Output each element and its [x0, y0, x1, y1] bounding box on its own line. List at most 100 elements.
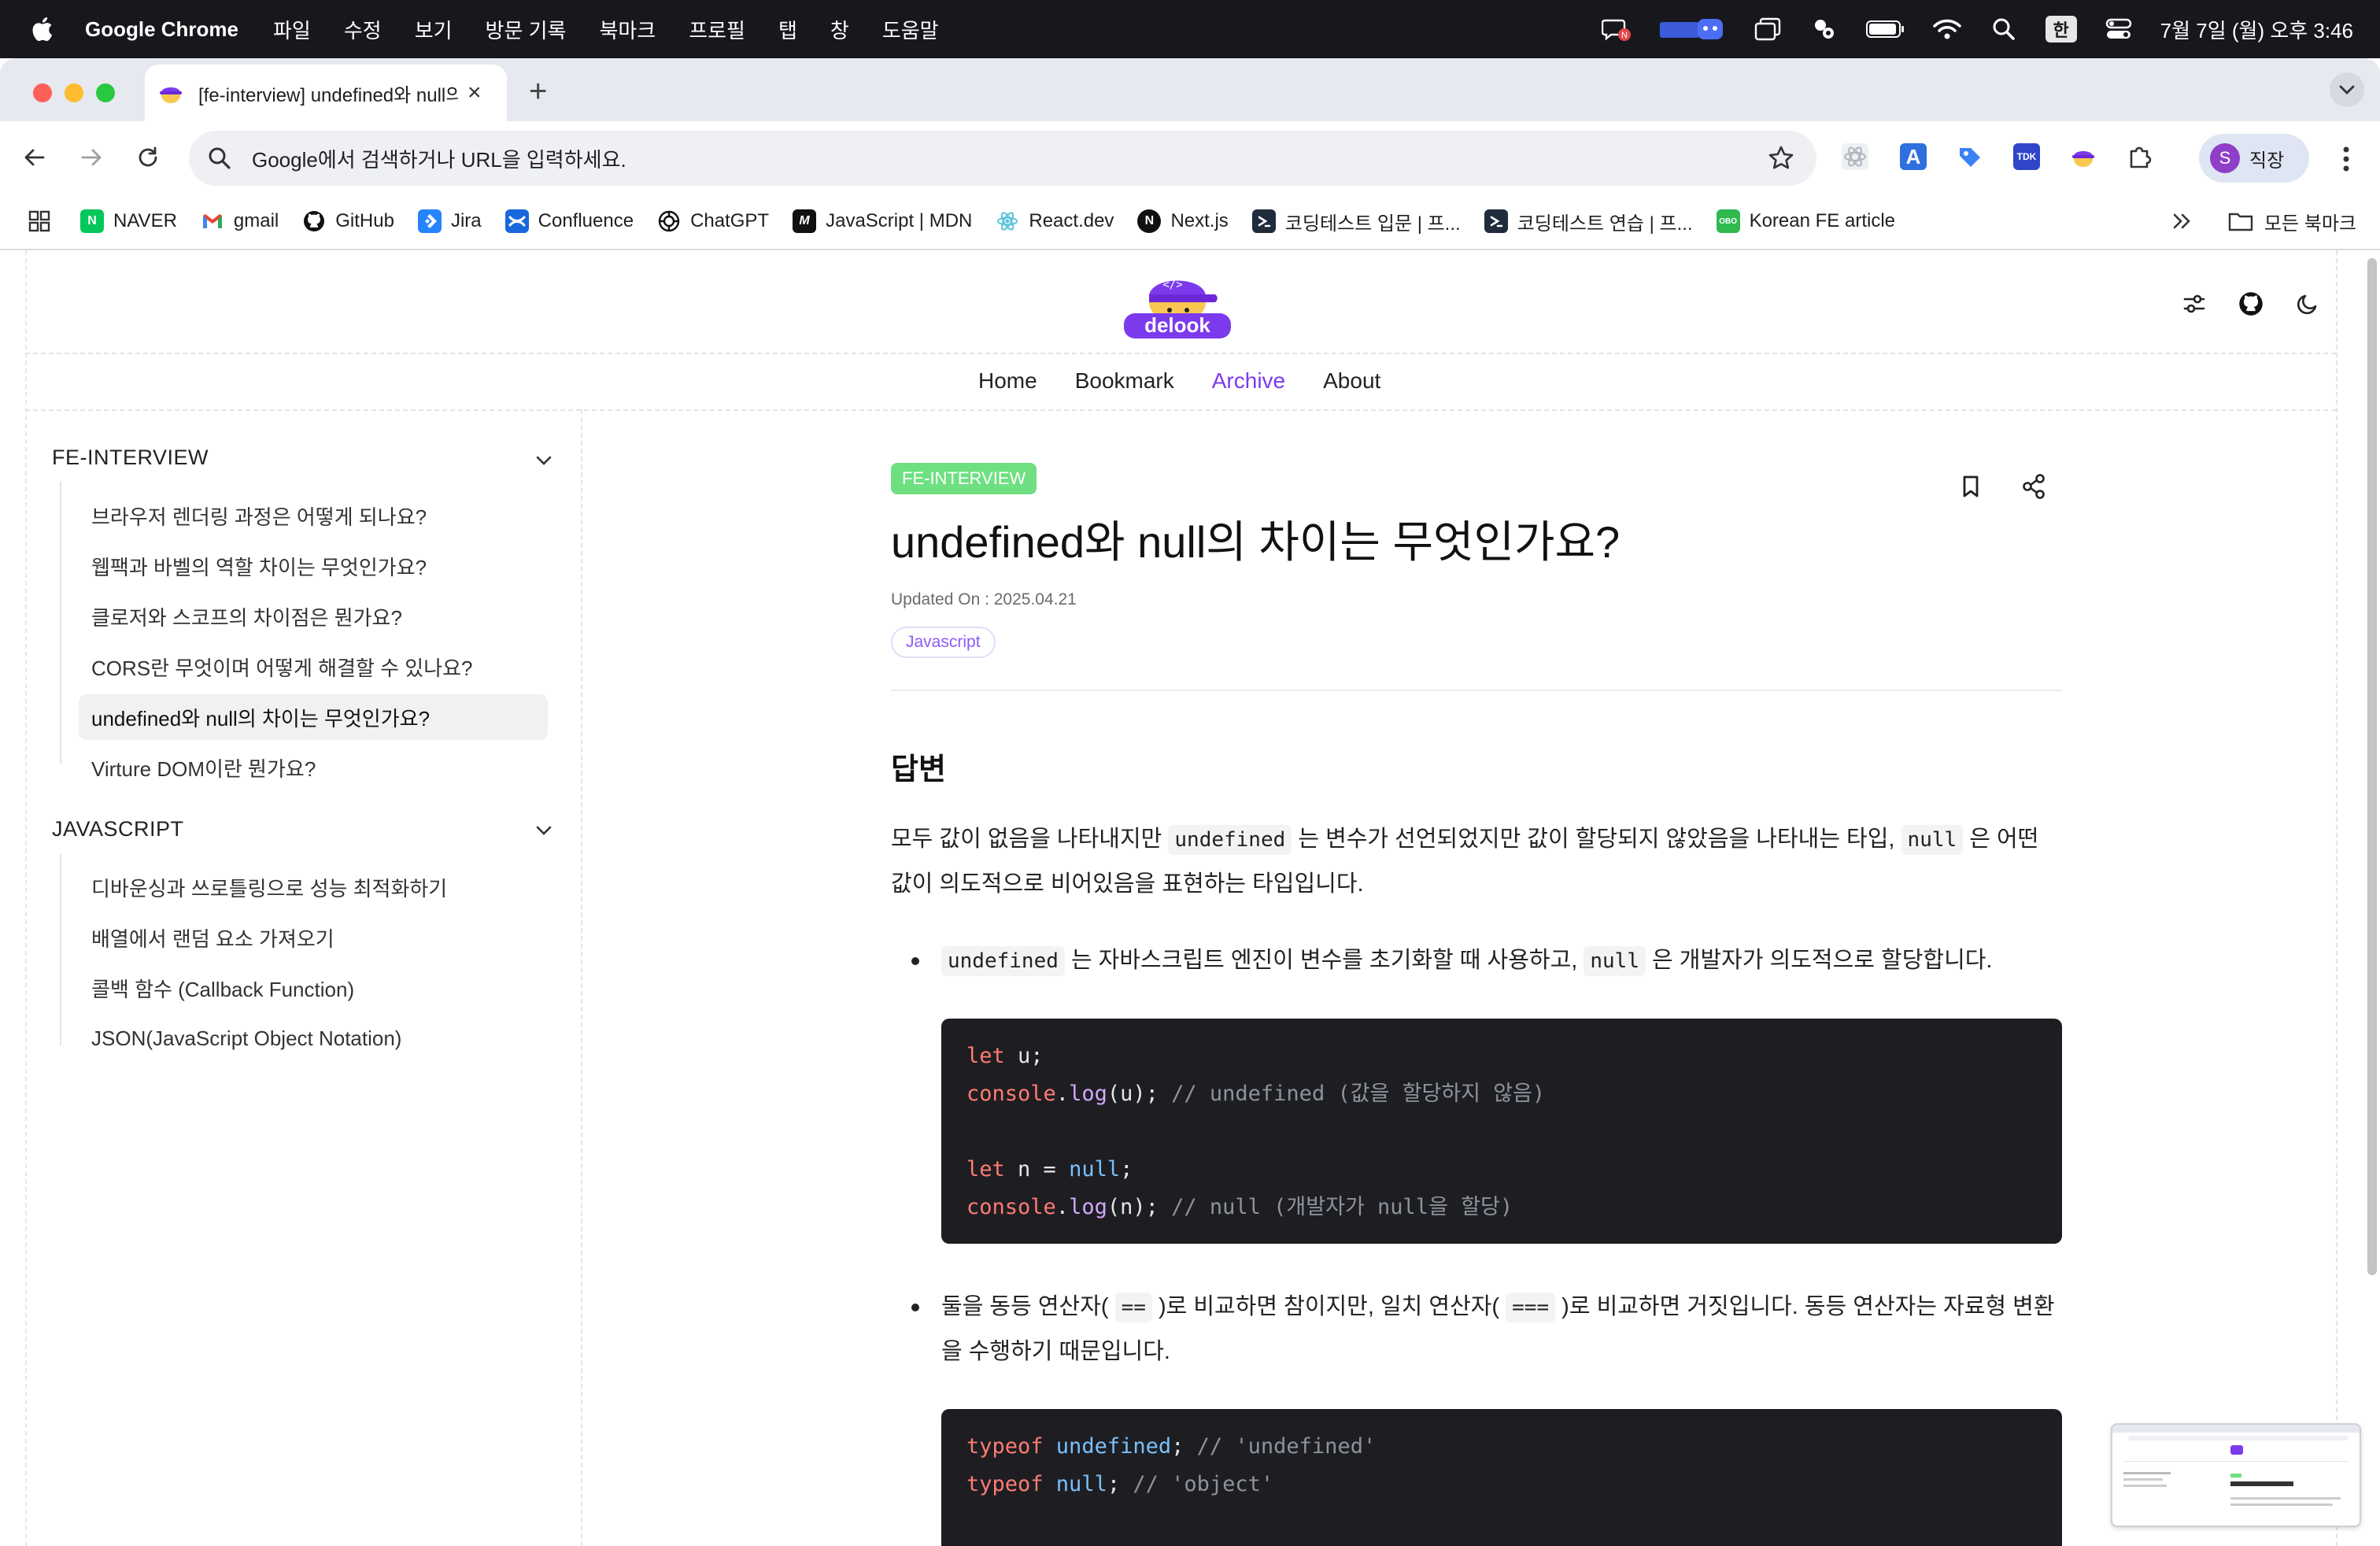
- chevron-down-icon[interactable]: [532, 819, 556, 842]
- input-method-indicator[interactable]: 한: [2045, 16, 2077, 43]
- game-menu-icon[interactable]: [1658, 16, 1726, 43]
- main-nav: Home Bookmark Archive About: [978, 368, 1380, 394]
- bookmark-mdn[interactable]: M JavaScript | MDN: [793, 209, 972, 233]
- profile-button[interactable]: S 직장: [2199, 134, 2309, 183]
- sidebar-item-undefined-null[interactable]: undefined와 null의 차이는 무엇인가요?: [79, 694, 548, 740]
- list-bullet: [911, 1304, 919, 1311]
- screenshot-thumbnail-preview[interactable]: [2111, 1423, 2361, 1527]
- sidebar-item-json[interactable]: JSON(JavaScript Object Notation): [79, 1015, 548, 1061]
- theme-toggle-button[interactable]: [2292, 288, 2323, 320]
- tab-search-button[interactable]: [2330, 72, 2364, 107]
- kofe-icon: OBO: [1716, 209, 1740, 233]
- nav-bookmark[interactable]: Bookmark: [1075, 368, 1174, 394]
- sidebar-item-closure-scope[interactable]: 클로저와 스코프의 차이점은 뭔가요?: [79, 594, 548, 639]
- address-bar[interactable]: Google에서 검색하거나 URL을 입력하세요.: [189, 131, 1816, 186]
- tag-extension-icon[interactable]: [1957, 143, 1983, 170]
- inline-code-undefined: undefined: [1168, 825, 1292, 855]
- svg-text:N: N: [1621, 31, 1628, 40]
- spotlight-search-icon[interactable]: [1989, 16, 2019, 43]
- bookmark-nextjs[interactable]: N Next.js: [1137, 209, 1229, 233]
- frame-border-right: [2336, 250, 2338, 1546]
- nav-about[interactable]: About: [1323, 368, 1380, 394]
- code-block-2[interactable]: typeof undefined; // 'undefined' typeof …: [941, 1409, 2062, 1546]
- bookmark-label: NAVER: [113, 210, 177, 231]
- sidebar-item-cors[interactable]: CORS란 무엇이며 어떻게 해결할 수 있나요?: [79, 644, 548, 690]
- share-post-button[interactable]: [2018, 471, 2049, 502]
- inline-code-strict-equality: ===: [1506, 1293, 1556, 1322]
- bookmark-github[interactable]: GitHub: [302, 209, 394, 233]
- chat-notification-icon[interactable]: N: [1601, 16, 1632, 43]
- window-close-button[interactable]: [33, 83, 52, 102]
- chrome-menu-icon[interactable]: [2334, 143, 2358, 175]
- menu-window[interactable]: 창: [830, 15, 849, 44]
- site-logo[interactable]: </> delook: [1121, 268, 1234, 340]
- wifi-icon[interactable]: [1932, 16, 1962, 43]
- bullet2-text-2: )로 비교하면 참이지만, 일치 연산자(: [1151, 1294, 1506, 1319]
- app-menu-name[interactable]: Google Chrome: [85, 17, 238, 42]
- menu-tab[interactable]: 탭: [778, 15, 797, 44]
- programmers-icon: [1484, 209, 1508, 233]
- bookmark-post-button[interactable]: [1955, 471, 1986, 502]
- code-token: console: [966, 1195, 1056, 1219]
- new-tab-button[interactable]: +: [529, 76, 547, 107]
- tag-chip[interactable]: Javascript: [891, 627, 996, 658]
- delook-extension-icon[interactable]: [2070, 143, 2097, 170]
- sidebar-item-random-array[interactable]: 배열에서 랜덤 요소 가져오기: [79, 915, 548, 960]
- github-link-button[interactable]: [2235, 288, 2267, 320]
- bookmark-jira[interactable]: Jira: [417, 209, 482, 233]
- reload-button[interactable]: [131, 140, 165, 175]
- bookmark-confluence[interactable]: Confluence: [504, 209, 634, 233]
- menu-history[interactable]: 방문 기록: [486, 15, 567, 44]
- bookmark-gmail[interactable]: gmail: [201, 209, 279, 233]
- bookmark-korean-fe-article[interactable]: OBO Korean FE article: [1716, 209, 1895, 233]
- sidebar-item-debounce-throttle[interactable]: 디바운싱과 쓰로틀링으로 성능 최적화하기: [79, 864, 548, 910]
- bookmark-react[interactable]: React.dev: [996, 209, 1114, 233]
- extensions-puzzle-icon[interactable]: [2127, 143, 2153, 170]
- nav-archive[interactable]: Archive: [1212, 368, 1285, 394]
- arrow-right-icon: [81, 149, 102, 166]
- window-zoom-button[interactable]: [96, 83, 115, 102]
- menu-help[interactable]: 도움말: [882, 15, 939, 44]
- sidebar-item-rendering[interactable]: 브라우저 렌더링 과정은 어떻게 되나요?: [79, 493, 548, 538]
- more-bookmarks-chevron-icon[interactable]: [2171, 212, 2193, 231]
- battery-icon[interactable]: [1865, 16, 1905, 43]
- tdk-extension-icon[interactable]: TDK: [2013, 143, 2040, 170]
- menu-edit[interactable]: 수정: [344, 15, 382, 44]
- menubar-clock[interactable]: 7월 7일 (월) 오후 3:46: [2160, 15, 2353, 44]
- tab-close-icon[interactable]: ×: [468, 80, 482, 106]
- intro-paragraph: 모두 값이 없음을 나타내지만 undefined 는 변수가 선언되었지만 값…: [891, 817, 2062, 906]
- sidebar-item-webpack-babel[interactable]: 웹팩과 바벨의 역할 차이는 무엇인가요?: [79, 543, 548, 589]
- bookmark-programmers-practice[interactable]: 코딩테스트 연습 | 프...: [1484, 208, 1693, 235]
- menu-profile[interactable]: 프로필: [689, 15, 745, 44]
- cloud-sync-icon[interactable]: [1809, 16, 1839, 43]
- sidebar-section-fe-interview[interactable]: FE-INTERVIEW: [52, 446, 209, 470]
- window-switch-icon[interactable]: [1753, 16, 1783, 43]
- apple-logo-icon[interactable]: [30, 16, 54, 43]
- all-bookmarks-button[interactable]: 모든 북마크: [2228, 208, 2356, 235]
- apps-grid-button[interactable]: [28, 210, 50, 232]
- menu-file[interactable]: 파일: [273, 15, 311, 44]
- sidebar-item-virtual-dom[interactable]: Virture DOM이란 뭔가요?: [79, 745, 548, 790]
- sidebar-item-callback[interactable]: 콜백 함수 (Callback Function): [79, 965, 548, 1011]
- active-tab[interactable]: [fe-interview] undefined와 null의 차이는 무엇인가…: [145, 65, 507, 121]
- bookmark-programmers-intro[interactable]: 코딩테스트 입문 | 프...: [1251, 208, 1461, 235]
- page-scrollbar-thumb[interactable]: [2367, 258, 2377, 1275]
- nav-home[interactable]: Home: [978, 368, 1037, 394]
- sidebar-section-javascript[interactable]: JAVASCRIPT: [52, 817, 184, 841]
- bookmark-chatgpt[interactable]: ChatGPT: [657, 209, 769, 233]
- bookmark-naver[interactable]: N NAVER: [80, 209, 177, 233]
- window-minimize-button[interactable]: [65, 83, 83, 102]
- bookmark-star-icon[interactable]: [1768, 145, 1794, 172]
- code-block-1[interactable]: let u; console.log(u); // undefined (값을 …: [941, 1019, 2062, 1244]
- filter-settings-button[interactable]: [2179, 288, 2210, 320]
- forward-button[interactable]: [74, 140, 109, 175]
- article-header-divider: [891, 690, 2062, 691]
- chevron-down-icon[interactable]: [532, 449, 556, 472]
- back-button[interactable]: [17, 140, 52, 175]
- category-badge[interactable]: FE-INTERVIEW: [891, 463, 1037, 494]
- menu-bookmarks[interactable]: 북마크: [599, 15, 656, 44]
- translate-extension-icon[interactable]: A: [1900, 143, 1927, 170]
- menu-view[interactable]: 보기: [415, 15, 453, 44]
- react-devtools-extension-icon[interactable]: [1842, 143, 1868, 170]
- control-center-icon[interactable]: [2104, 16, 2134, 43]
